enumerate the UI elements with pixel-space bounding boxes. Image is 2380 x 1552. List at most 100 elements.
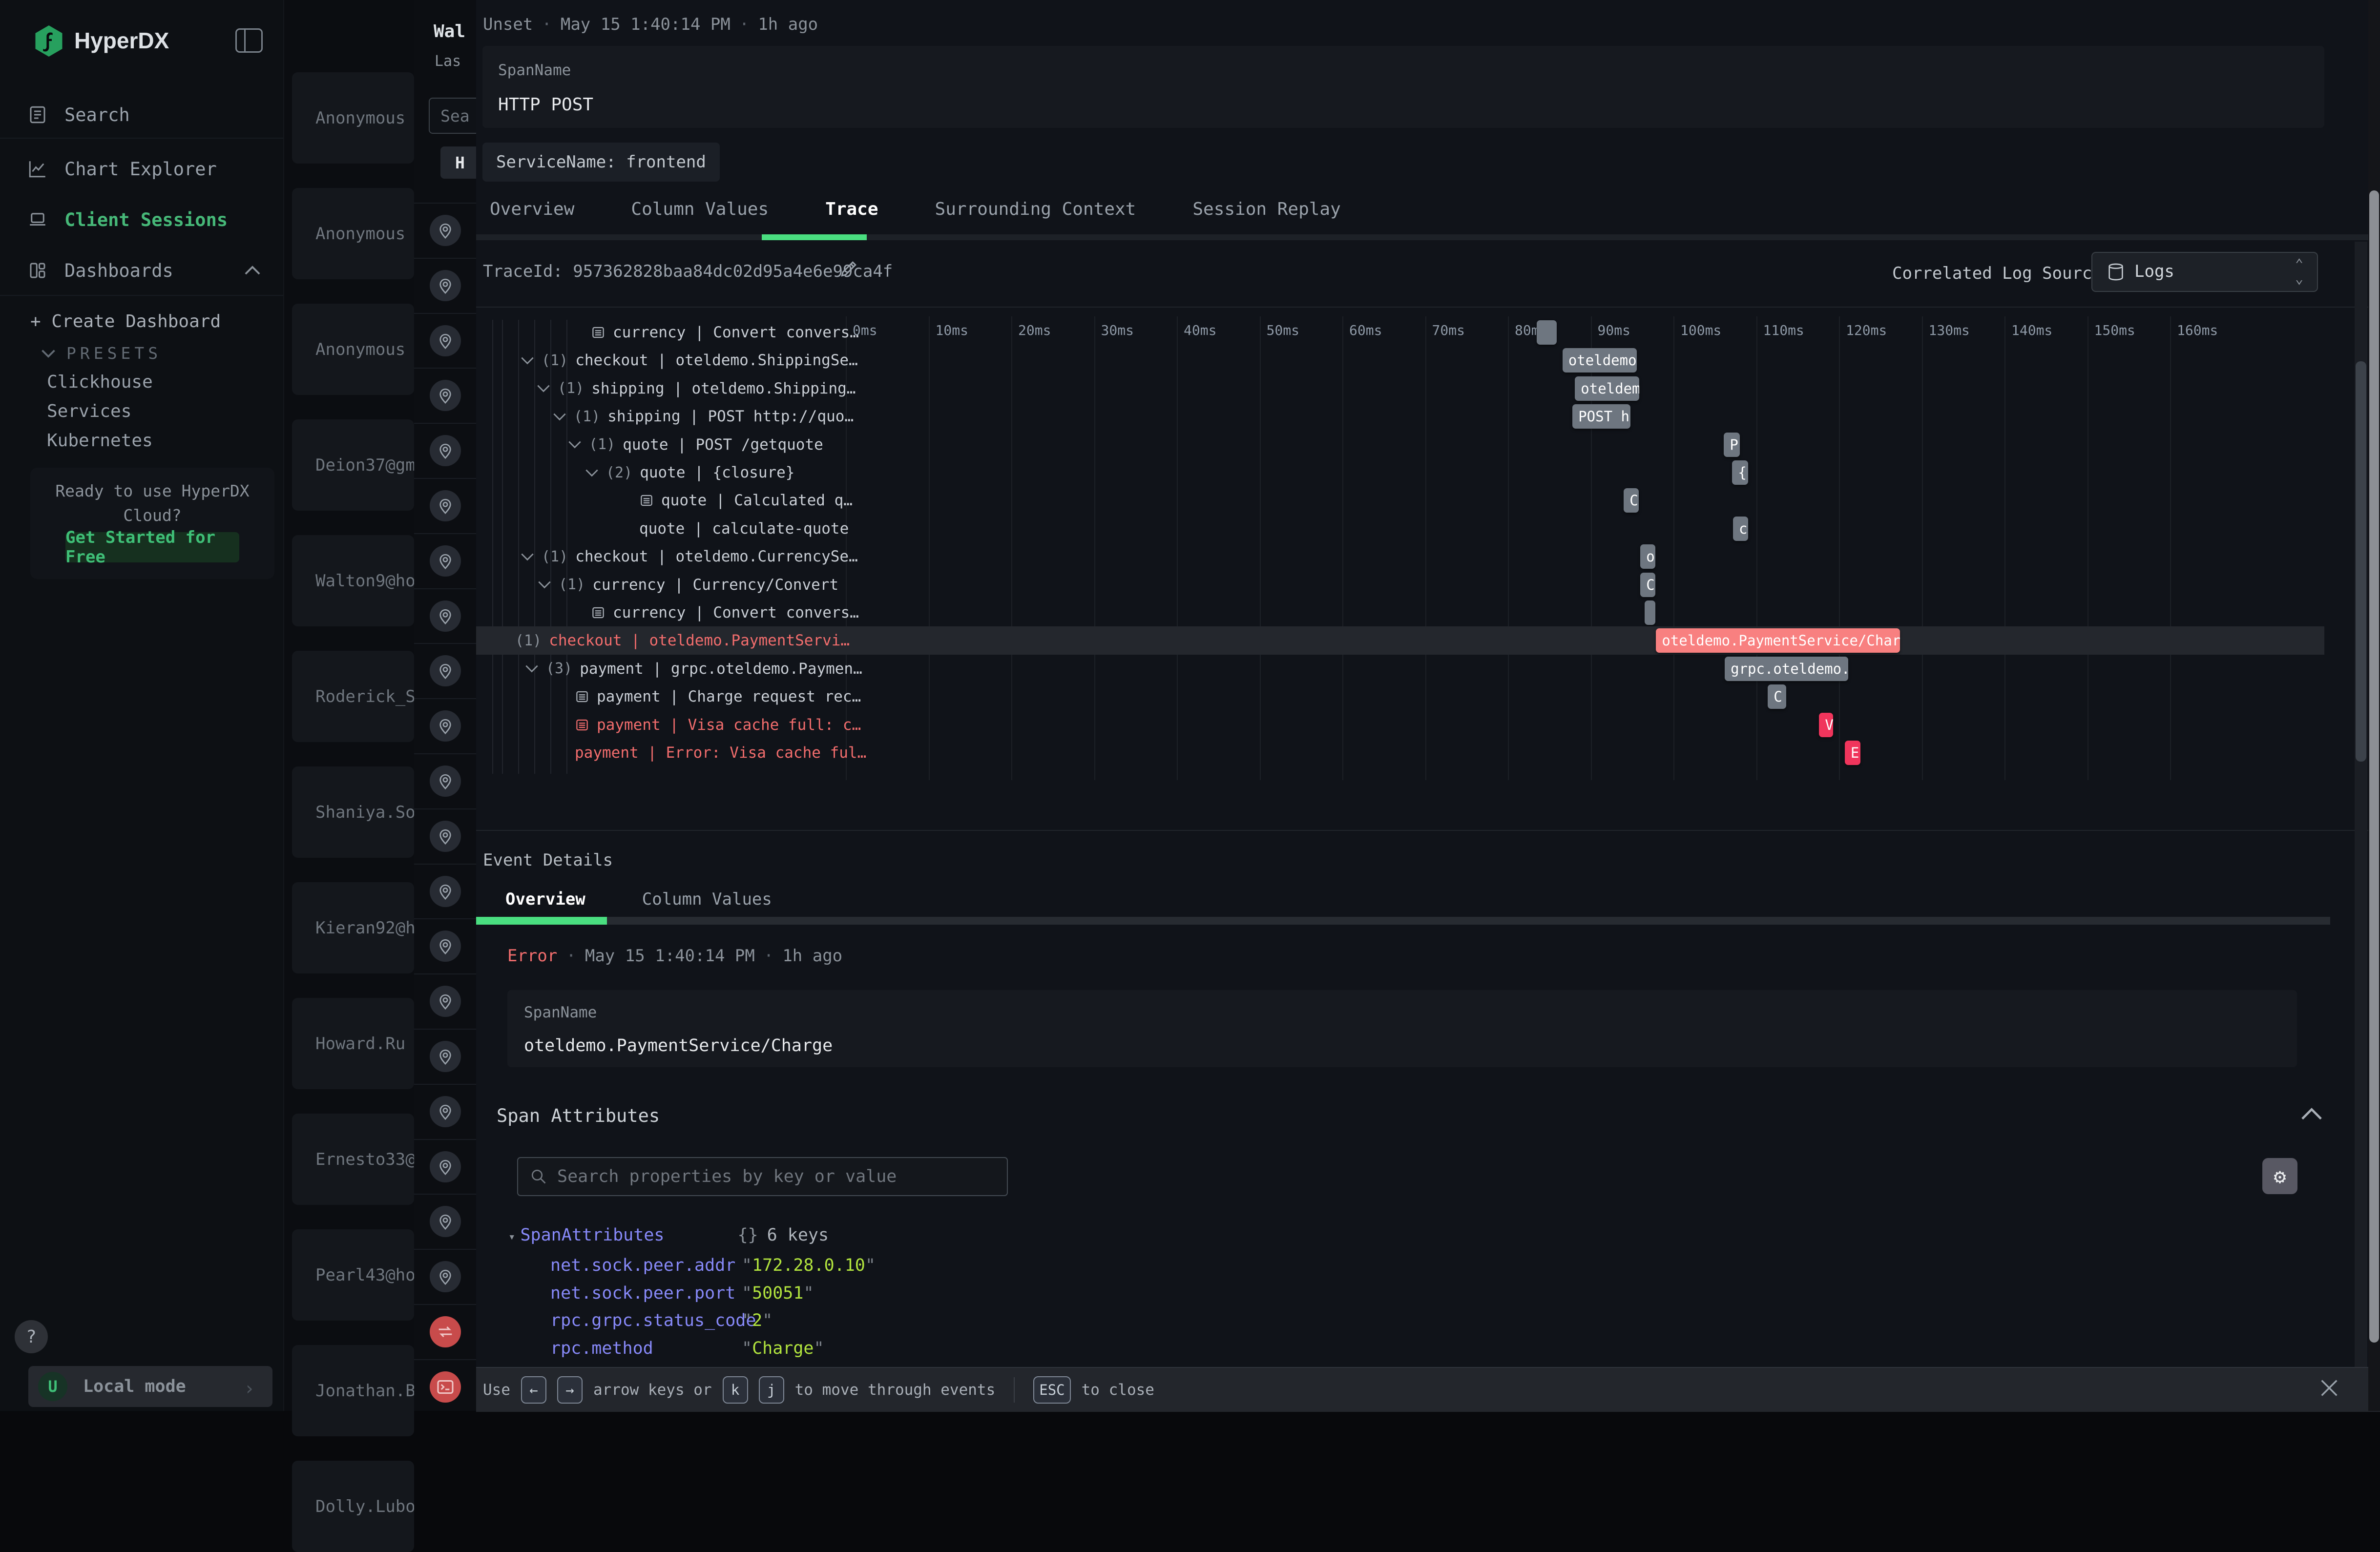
tab-trace[interactable]: Trace bbox=[825, 199, 878, 219]
key-arrow-right[interactable]: → bbox=[557, 1376, 583, 1404]
attribute-row[interactable]: net.sock.peer.port"50051" bbox=[550, 1283, 814, 1303]
trace-row[interactable]: quote | calculate-quotec bbox=[476, 515, 2324, 543]
location-pin-icon[interactable] bbox=[430, 600, 461, 632]
session-card[interactable]: Anonymous bbox=[292, 72, 414, 164]
preset-item-kubernetes[interactable]: Kubernetes bbox=[47, 431, 153, 451]
session-card[interactable]: Dolly.Lubo bbox=[292, 1461, 414, 1552]
span-bar[interactable]: c bbox=[1733, 517, 1748, 541]
location-pin-icon[interactable] bbox=[430, 325, 461, 356]
preset-item-services[interactable]: Services bbox=[47, 401, 131, 421]
event-tab-column-values[interactable]: Column Values bbox=[642, 890, 772, 909]
trace-row[interactable]: payment | Error: Visa cache ful…E bbox=[476, 739, 2324, 767]
sidebar-toggle-icon[interactable] bbox=[235, 28, 263, 53]
session-filter-button[interactable]: H bbox=[440, 146, 476, 179]
location-pin-icon[interactable] bbox=[430, 931, 461, 962]
trace-row[interactable]: currency | Convert convers… bbox=[476, 599, 2324, 627]
event-tab-overview[interactable]: Overview bbox=[505, 890, 585, 909]
preset-item-clickhouse[interactable]: Clickhouse bbox=[47, 372, 153, 392]
service-name-chip[interactable]: ServiceName: frontend bbox=[482, 143, 720, 182]
location-pin-icon[interactable] bbox=[430, 1206, 461, 1237]
location-pin-icon[interactable] bbox=[430, 655, 461, 686]
tab-surrounding-context[interactable]: Surrounding Context bbox=[935, 199, 1136, 219]
attributes-search-input[interactable]: Search properties by key or value bbox=[517, 1157, 1008, 1196]
span-bar[interactable]: o bbox=[1640, 544, 1655, 569]
location-pin-icon[interactable] bbox=[430, 766, 461, 797]
chevron-down-icon[interactable] bbox=[553, 413, 566, 421]
session-search-input[interactable]: Sea bbox=[429, 98, 476, 134]
key-j[interactable]: j bbox=[759, 1376, 784, 1404]
location-pin-icon[interactable] bbox=[430, 270, 461, 301]
trace-row[interactable]: (1)checkout | oteldemo.PaymentServi…otel… bbox=[476, 626, 2324, 655]
edit-pencil-icon[interactable] bbox=[838, 258, 860, 279]
session-card[interactable]: Kieran92@h bbox=[292, 882, 414, 973]
trace-row[interactable]: (1)checkout | oteldemo.CurrencySe…o bbox=[476, 542, 2324, 571]
attribute-row[interactable]: rpc.grpc.status_code"2" bbox=[550, 1311, 772, 1330]
location-pin-icon[interactable] bbox=[430, 435, 461, 466]
session-card[interactable]: Walton9@ho bbox=[292, 535, 414, 626]
chevron-down-icon[interactable] bbox=[521, 356, 534, 365]
tab-overview[interactable]: Overview bbox=[490, 199, 574, 219]
trace-row[interactable]: (2)quote | {closure}{ bbox=[476, 458, 2324, 487]
location-pin-icon[interactable] bbox=[430, 986, 461, 1017]
session-card[interactable]: Deion37@gm bbox=[292, 419, 414, 511]
location-pin-icon[interactable] bbox=[430, 821, 461, 852]
location-pin-icon[interactable] bbox=[430, 1041, 461, 1072]
location-pin-icon[interactable] bbox=[430, 380, 461, 411]
session-card[interactable]: Ernesto33@ bbox=[292, 1114, 414, 1205]
swap-arrows-icon[interactable] bbox=[430, 1316, 461, 1347]
presets-header[interactable]: PRESETS bbox=[41, 344, 162, 363]
sidebar-item-client-sessions[interactable]: Client Sessions bbox=[0, 197, 282, 242]
trace-row[interactable]: (3)payment | grpc.oteldemo.Paymen…grpc.o… bbox=[476, 655, 2324, 683]
location-pin-icon[interactable] bbox=[430, 490, 461, 521]
session-card[interactable]: Jonathan.B bbox=[292, 1345, 414, 1436]
span-bar[interactable]: P bbox=[1724, 433, 1739, 457]
session-card[interactable]: Pearl43@ho bbox=[292, 1229, 414, 1321]
location-pin-icon[interactable] bbox=[430, 545, 461, 577]
trace-row[interactable]: (1)checkout | oteldemo.ShippingSe…otelde… bbox=[476, 346, 2324, 374]
help-button[interactable]: ? bbox=[15, 1320, 48, 1353]
span-bar[interactable]: C bbox=[1624, 488, 1639, 513]
chevron-down-icon[interactable] bbox=[568, 440, 582, 449]
user-menu-button[interactable]: U Local mode › bbox=[28, 1366, 272, 1407]
tab-session-replay[interactable]: Session Replay bbox=[1192, 199, 1340, 219]
key-arrow-left[interactable]: ← bbox=[521, 1376, 546, 1404]
chevron-down-icon[interactable] bbox=[585, 469, 599, 477]
attribute-row[interactable]: net.sock.peer.addr"172.28.0.10" bbox=[550, 1256, 876, 1275]
attributes-root-row[interactable]: ▾SpanAttributes{}6 keys bbox=[508, 1225, 829, 1245]
span-bar[interactable] bbox=[1537, 320, 1557, 345]
location-pin-icon[interactable] bbox=[430, 1096, 461, 1127]
span-bar[interactable]: oteldemo bbox=[1575, 376, 1639, 401]
span-bar[interactable]: oteldemo.PaymentService/Char bbox=[1656, 628, 1900, 653]
span-bar[interactable]: oteldemo. bbox=[1563, 348, 1637, 372]
chevron-down-icon[interactable] bbox=[521, 553, 534, 561]
span-bar[interactable]: C bbox=[1768, 684, 1786, 709]
key-k[interactable]: k bbox=[723, 1376, 748, 1404]
log-source-dropdown[interactable]: Logs ⌃⌄ bbox=[2091, 252, 2318, 292]
session-card[interactable]: Anonymous bbox=[292, 304, 414, 395]
location-pin-icon[interactable] bbox=[430, 215, 461, 246]
location-pin-icon[interactable] bbox=[430, 1151, 461, 1182]
chevron-down-icon[interactable] bbox=[537, 384, 550, 393]
attribute-row[interactable]: rpc.method"Charge" bbox=[550, 1339, 824, 1358]
sidebar-item-search[interactable]: Search bbox=[0, 92, 282, 137]
span-bar[interactable] bbox=[1645, 600, 1655, 625]
location-pin-icon[interactable] bbox=[430, 876, 461, 907]
session-card[interactable]: Roderick_S bbox=[292, 651, 414, 742]
settings-button[interactable]: ⚙ bbox=[2262, 1158, 2297, 1194]
trace-row[interactable]: currency | Convert convers… bbox=[476, 318, 2324, 347]
trace-row[interactable]: (1)quote | POST /getquoteP bbox=[476, 431, 2324, 459]
terminal-icon[interactable] bbox=[430, 1371, 461, 1403]
trace-row[interactable]: (1)shipping | POST http://quo…POST h bbox=[476, 402, 2324, 431]
create-dashboard-link[interactable]: + Create Dashboard bbox=[30, 311, 221, 331]
tab-column-values[interactable]: Column Values bbox=[631, 199, 769, 219]
chevron-down-icon[interactable] bbox=[525, 664, 539, 673]
span-bar[interactable]: V bbox=[1819, 713, 1833, 737]
span-bar[interactable]: { bbox=[1732, 460, 1748, 485]
trace-row[interactable]: (1)currency | Currency/ConvertC bbox=[476, 571, 2324, 599]
span-bar[interactable]: POST h bbox=[1572, 404, 1630, 429]
session-card[interactable]: Anonymous bbox=[292, 188, 414, 279]
trace-row[interactable]: payment | Charge request rec…C bbox=[476, 683, 2324, 711]
sidebar-item-chart-explorer[interactable]: Chart Explorer bbox=[0, 146, 282, 191]
location-pin-icon[interactable] bbox=[430, 710, 461, 742]
chevron-down-icon[interactable] bbox=[538, 580, 551, 589]
